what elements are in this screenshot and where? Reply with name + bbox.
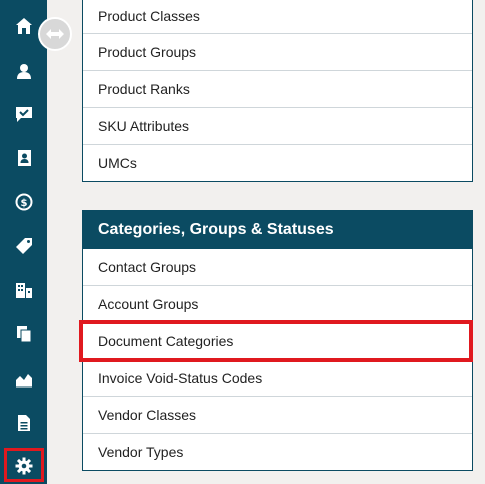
list-item[interactable]: Product Ranks — [83, 71, 472, 108]
list-item[interactable]: Vendor Classes — [83, 397, 472, 434]
chart-icon[interactable] — [0, 361, 47, 397]
gear-highlight-box — [4, 448, 44, 482]
address-book-icon[interactable] — [0, 140, 47, 176]
list-item[interactable]: Invoice Void-Status Codes — [83, 360, 472, 397]
documents-icon[interactable] — [0, 316, 47, 352]
messages-icon[interactable] — [0, 96, 47, 132]
sidebar-toggle-button[interactable] — [38, 17, 72, 51]
list-item-document-categories[interactable]: Document Categories — [83, 323, 472, 360]
list-item[interactable]: Account Groups — [83, 286, 472, 323]
sidebar: $ — [0, 0, 47, 484]
double-arrow-icon — [46, 29, 64, 39]
list-item[interactable]: Product Groups — [83, 34, 472, 71]
dollar-icon[interactable]: $ — [0, 184, 47, 220]
card-title: Categories, Groups & Statuses — [83, 211, 472, 249]
list-item[interactable]: UMCs — [83, 145, 472, 182]
categories-card: Categories, Groups & Statuses Contact Gr… — [82, 210, 473, 471]
file-icon[interactable] — [0, 405, 47, 441]
list-item[interactable]: SKU Attributes — [83, 108, 472, 145]
contacts-icon[interactable] — [0, 53, 47, 89]
svg-text:$: $ — [20, 198, 27, 209]
buildings-icon[interactable] — [0, 272, 47, 308]
list-item[interactable]: Contact Groups — [83, 249, 472, 286]
product-settings-card: Product Classes Product Groups Product R… — [82, 0, 473, 182]
list-item[interactable]: Vendor Types — [83, 434, 472, 471]
list-item[interactable]: Product Classes — [83, 0, 472, 34]
tag-icon[interactable] — [0, 228, 47, 264]
